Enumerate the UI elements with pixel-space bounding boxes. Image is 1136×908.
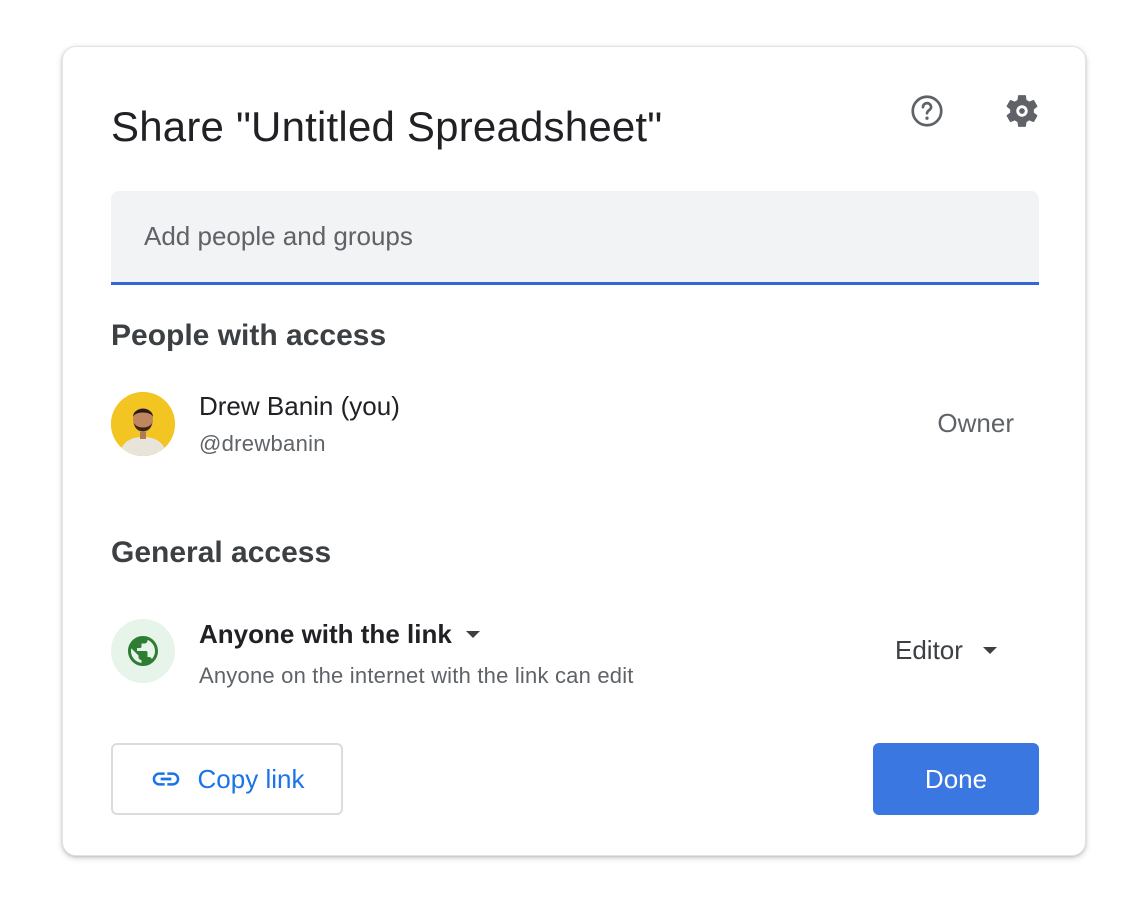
gear-icon [1006, 95, 1038, 127]
chevron-down-icon [982, 647, 997, 654]
dialog-title: Share "Untitled Spreadsheet" [111, 103, 663, 150]
avatar [111, 392, 175, 456]
add-people-input[interactable] [111, 191, 1039, 282]
add-people-field[interactable] [111, 191, 1039, 285]
help-circle-icon [911, 95, 943, 127]
access-description: Anyone on the internet with the link can… [199, 663, 634, 688]
settings-button[interactable] [998, 87, 1046, 135]
role-label: Editor [895, 635, 963, 665]
role-dropdown[interactable]: Editor [895, 635, 997, 666]
copy-link-button[interactable]: Copy link [111, 743, 343, 815]
copy-link-label: Copy link [197, 763, 305, 794]
globe-icon [128, 636, 158, 666]
people-with-access-heading: People with access [111, 319, 387, 352]
link-icon [152, 772, 179, 786]
person-handle: @drewbanin [199, 431, 326, 456]
general-access-dropdown[interactable]: Anyone with the link [199, 619, 480, 650]
share-dialog: Share "Untitled Spreadsheet" People with… [62, 46, 1086, 856]
chevron-down-icon [465, 631, 480, 638]
done-label: Done [924, 763, 988, 794]
person-name: Drew Banin (you) [199, 391, 400, 421]
owner-role-label: Owner [937, 408, 1014, 438]
general-access-heading: General access [111, 536, 332, 569]
globe-avatar [111, 619, 175, 683]
access-scope-label: Anyone with the link [199, 619, 452, 649]
help-button[interactable] [903, 87, 951, 135]
done-button[interactable]: Done [873, 743, 1039, 815]
